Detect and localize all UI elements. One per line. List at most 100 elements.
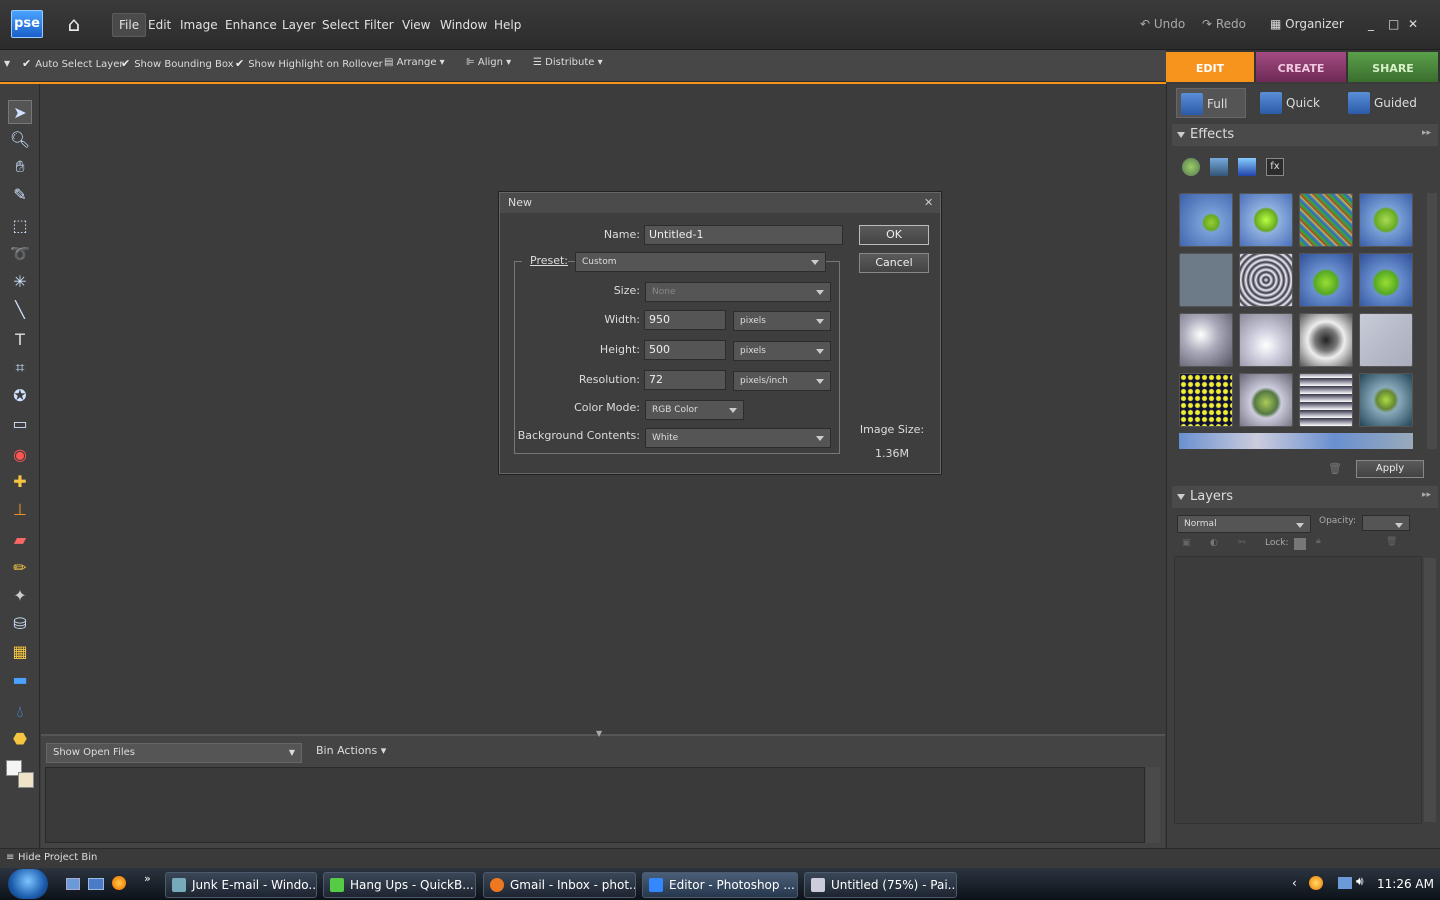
effect-thumbnail[interactable] xyxy=(1179,193,1233,247)
background-contents-select[interactable]: White xyxy=(645,428,831,448)
show-desktop-icon[interactable] xyxy=(66,878,80,890)
brush-tool-icon[interactable]: ✦ xyxy=(8,584,32,608)
menu-edit[interactable]: Edit xyxy=(142,13,177,37)
selection-brush-tool-icon[interactable]: ╲ xyxy=(8,298,32,322)
effect-thumbnail[interactable] xyxy=(1179,253,1233,307)
delete-layer-icon[interactable]: 🗑︎ xyxy=(1386,537,1397,547)
taskbar-item[interactable]: Editor - Photoshop ... xyxy=(642,872,798,898)
effect-thumbnail[interactable] xyxy=(1239,373,1293,427)
clock[interactable]: 11:26 AM xyxy=(1377,877,1434,891)
home-icon[interactable]: ⌂ xyxy=(62,12,86,36)
sponge-tool-icon[interactable]: ⬣ xyxy=(8,727,32,751)
ok-button[interactable]: OK xyxy=(859,225,929,245)
zoom-tool-icon[interactable]: 🔍︎ xyxy=(8,128,32,152)
hand-tool-icon[interactable]: ✋︎ xyxy=(8,155,32,179)
effect-thumbnail[interactable] xyxy=(1299,313,1353,367)
move-tool-icon[interactable]: ➤ xyxy=(8,100,32,124)
taskbar-item[interactable]: Gmail - Inbox - phot... xyxy=(483,872,636,898)
effect-thumbnail[interactable] xyxy=(1299,193,1353,247)
effect-thumbnail[interactable] xyxy=(1359,373,1413,427)
link-icon[interactable]: ⚯ xyxy=(1238,538,1246,548)
height-input[interactable]: 500 xyxy=(644,340,726,360)
red-eye-tool-icon[interactable]: ◉ xyxy=(8,443,32,467)
layer-styles-icon[interactable] xyxy=(1210,158,1228,176)
new-layer-icon[interactable]: ▣ xyxy=(1182,538,1191,548)
subtab-quick[interactable]: Quick xyxy=(1256,88,1332,118)
start-button[interactable] xyxy=(8,869,48,899)
maximize-icon[interactable]: □ xyxy=(1388,14,1399,34)
photo-effects-icon[interactable] xyxy=(1238,158,1256,176)
effect-thumbnail[interactable] xyxy=(1239,253,1293,307)
layers-panel-title[interactable]: Layers xyxy=(1172,486,1438,508)
all-effects-icon[interactable]: fx xyxy=(1266,158,1284,176)
layers-list[interactable] xyxy=(1174,556,1422,824)
minimize-icon[interactable]: _ xyxy=(1368,14,1374,34)
apply-button[interactable]: Apply xyxy=(1356,460,1424,478)
effect-thumbnail[interactable] xyxy=(1239,313,1293,367)
panel-menu-icon[interactable]: ▸▸ xyxy=(1422,128,1431,138)
cookie-cutter-tool-icon[interactable]: ✪ xyxy=(8,384,32,408)
lasso-tool-icon[interactable]: ➰ xyxy=(8,242,32,266)
color-mode-select[interactable]: RGB Color xyxy=(645,400,744,420)
effect-thumbnail[interactable] xyxy=(1359,313,1413,367)
network-icon[interactable] xyxy=(1338,877,1352,889)
tab-create[interactable]: CREATE xyxy=(1256,52,1346,82)
effect-thumbnail[interactable] xyxy=(1239,193,1293,247)
effect-thumbnail[interactable] xyxy=(1299,373,1353,427)
distribute-dropdown[interactable]: ☰ Distribute ▾ xyxy=(533,56,603,70)
tab-share[interactable]: SHARE xyxy=(1348,52,1438,82)
organizer-button[interactable]: ▦ Organizer xyxy=(1270,14,1344,34)
clone-stamp-tool-icon[interactable]: ⊥ xyxy=(8,498,32,522)
undo-button[interactable]: ↶ Undo xyxy=(1140,14,1185,34)
effect-thumbnail-row-partial[interactable] xyxy=(1179,433,1413,449)
blur-tool-icon[interactable]: 💧︎ xyxy=(8,700,32,724)
quicklaunch-more-icon[interactable]: » xyxy=(144,872,151,885)
height-unit-select[interactable]: pixels xyxy=(733,341,831,361)
crop-tool-icon[interactable]: ⌗ xyxy=(8,356,32,380)
pencil-tool-icon[interactable]: ✏︎ xyxy=(8,556,32,580)
width-input[interactable]: 950 xyxy=(644,310,726,330)
subtab-full[interactable]: Full xyxy=(1176,88,1246,118)
show-bbox-checkbox[interactable]: ✔ Show Bounding Box xyxy=(121,57,234,72)
subtab-guided[interactable]: Guided xyxy=(1344,88,1424,118)
blend-mode-select[interactable]: Normal xyxy=(1177,515,1311,533)
paint-bucket-tool-icon[interactable]: ⛁ xyxy=(8,612,32,636)
menu-enhance[interactable]: Enhance xyxy=(219,13,283,37)
width-unit-select[interactable]: pixels xyxy=(733,311,831,331)
bin-actions-menu[interactable]: Bin Actions ▾ xyxy=(316,744,386,757)
effect-thumbnail[interactable] xyxy=(1179,373,1233,427)
hide-project-bin-button[interactable]: ≡ Hide Project Bin xyxy=(0,848,1440,868)
healing-brush-tool-icon[interactable]: ✚ xyxy=(8,470,32,494)
resolution-input[interactable]: 72 xyxy=(644,370,726,390)
effect-thumbnail[interactable] xyxy=(1359,193,1413,247)
gradient-tool-icon[interactable]: ▦ xyxy=(8,640,32,664)
show-highlight-checkbox[interactable]: ✔ Show Highlight on Rollover xyxy=(235,57,383,72)
marquee-tool-icon[interactable]: ⬚ xyxy=(8,214,32,238)
menu-filter[interactable]: Filter xyxy=(358,13,400,37)
bin-scrollbar[interactable] xyxy=(1146,767,1160,843)
dialog-close-icon[interactable]: ✕ xyxy=(924,196,933,209)
filters-icon[interactable] xyxy=(1182,158,1200,176)
effect-thumbnail[interactable] xyxy=(1179,313,1233,367)
tray-app-icon[interactable] xyxy=(1309,876,1323,890)
size-select[interactable]: None xyxy=(645,282,831,302)
effects-scrollbar[interactable] xyxy=(1427,193,1437,449)
menu-window[interactable]: Window xyxy=(434,13,493,37)
type-tool-icon[interactable]: T xyxy=(8,328,32,352)
arrange-dropdown[interactable]: ▤ Arrange ▾ xyxy=(384,56,445,70)
menu-view[interactable]: View xyxy=(396,13,436,37)
redo-button[interactable]: ↷ Redo xyxy=(1202,14,1246,34)
taskbar-item[interactable]: Untitled (75%) - Pai... xyxy=(804,872,957,898)
eraser-tool-icon[interactable]: ▰ xyxy=(8,528,32,552)
layers-scrollbar[interactable] xyxy=(1424,558,1436,822)
effect-thumbnail[interactable] xyxy=(1299,253,1353,307)
lock-transparent-icon[interactable] xyxy=(1294,538,1306,550)
magic-wand-tool-icon[interactable]: ✳ xyxy=(8,270,32,294)
taskbar-item[interactable]: Junk E-mail - Windo... xyxy=(165,872,317,898)
straighten-tool-icon[interactable]: ▭ xyxy=(8,412,32,436)
auto-select-checkbox[interactable]: ✔ Auto Select Layer xyxy=(22,57,124,72)
resolution-unit-select[interactable]: pixels/inch xyxy=(733,371,831,391)
effects-panel-title[interactable]: Effects xyxy=(1172,124,1438,146)
bin-files-area[interactable] xyxy=(45,767,1145,843)
menu-layer[interactable]: Layer xyxy=(276,13,321,37)
